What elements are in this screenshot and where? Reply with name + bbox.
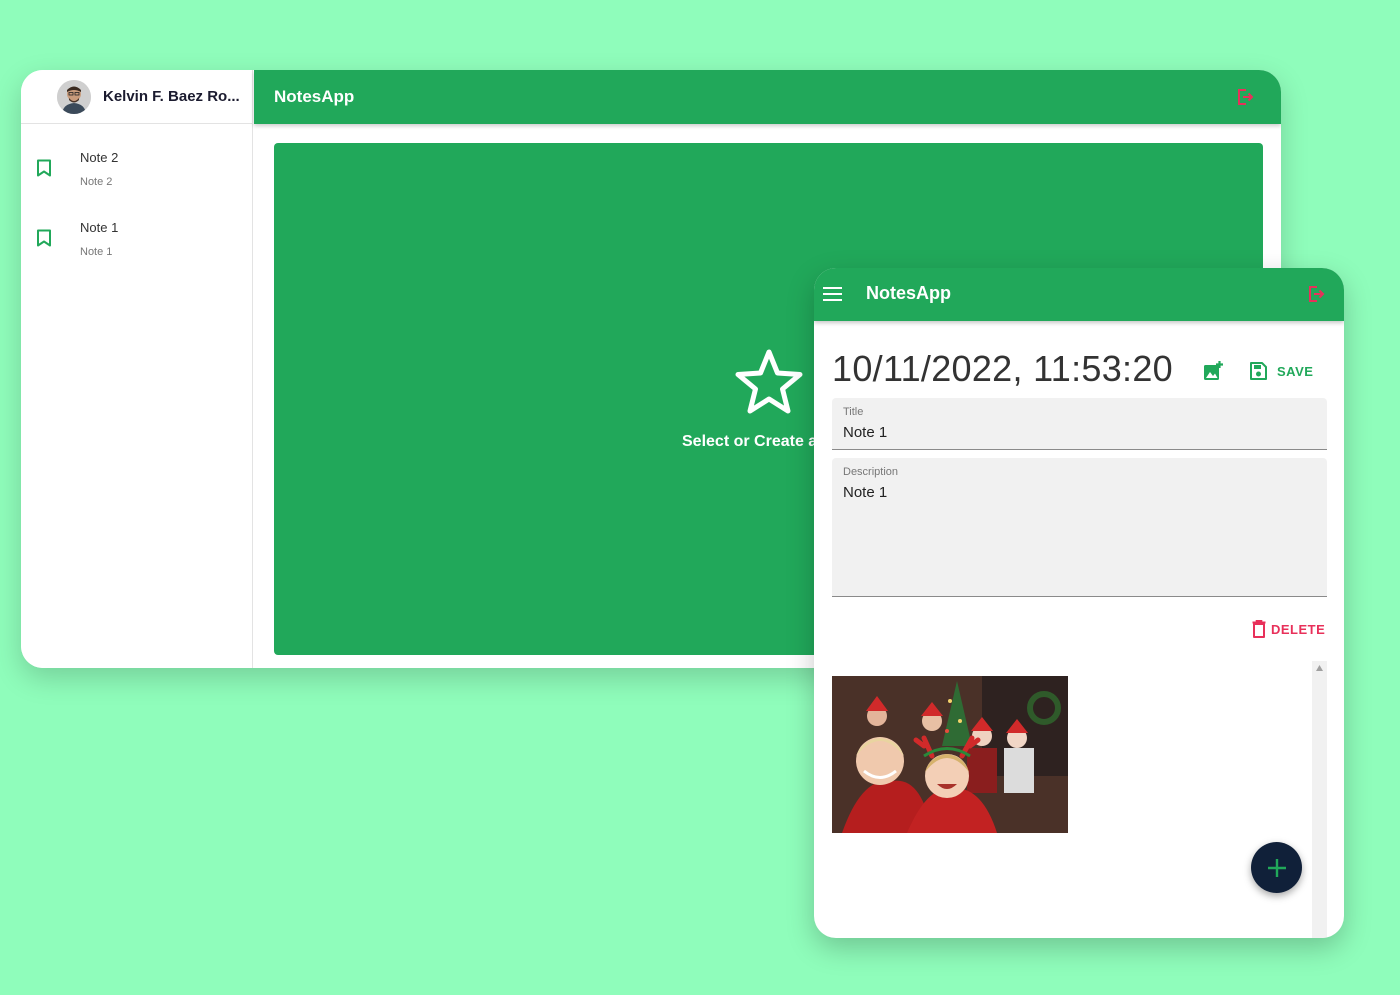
delete-label: DELETE bbox=[1271, 621, 1326, 637]
save-button[interactable]: SAVE bbox=[1248, 360, 1313, 382]
avatar bbox=[57, 79, 91, 114]
sidebar: Kelvin F. Baez Ro... Note 2 Note 2 Note … bbox=[21, 70, 253, 668]
note-title: Note 1 bbox=[80, 220, 119, 235]
note-description: Note 2 bbox=[80, 176, 113, 188]
logout-icon[interactable] bbox=[1235, 87, 1255, 107]
app-bar: NotesApp bbox=[254, 70, 1281, 124]
title-field-value[interactable]: Note 1 bbox=[843, 424, 1316, 441]
note-photo[interactable] bbox=[832, 676, 1068, 833]
logout-icon[interactable] bbox=[1306, 284, 1326, 304]
save-icon bbox=[1250, 362, 1267, 380]
scrollbar[interactable] bbox=[1312, 661, 1327, 938]
app-title: NotesApp bbox=[866, 283, 951, 303]
title-field-label: Title bbox=[843, 406, 864, 418]
note-list-item[interactable]: Note 1 Note 1 bbox=[21, 194, 252, 264]
mobile-app-bar: NotesApp bbox=[814, 268, 1344, 321]
star-icon bbox=[735, 349, 803, 414]
scroll-up-arrow-icon[interactable] bbox=[1316, 665, 1323, 671]
add-photo-icon[interactable] bbox=[1202, 360, 1224, 382]
bookmark-icon bbox=[37, 159, 51, 177]
sidebar-header: Kelvin F. Baez Ro... bbox=[21, 70, 252, 124]
note-description: Note 1 bbox=[80, 246, 113, 258]
user-name: Kelvin F. Baez Ro... bbox=[103, 88, 240, 105]
add-note-button[interactable] bbox=[1251, 842, 1302, 893]
description-field[interactable]: Description Note 1 bbox=[832, 458, 1327, 597]
description-field-label: Description bbox=[843, 466, 899, 478]
mobile-window: NotesApp 10/11/2022, 11:53:20 SAVE Title… bbox=[814, 268, 1344, 938]
note-date: 10/11/2022, 11:53:20 bbox=[832, 348, 1173, 389]
trash-icon bbox=[1252, 620, 1266, 638]
app-title: NotesApp bbox=[274, 87, 355, 106]
note-title: Note 2 bbox=[80, 150, 119, 165]
bookmark-icon bbox=[37, 229, 51, 247]
description-field-value[interactable]: Note 1 bbox=[843, 484, 1316, 501]
save-label: SAVE bbox=[1277, 363, 1314, 379]
menu-icon[interactable] bbox=[823, 286, 842, 302]
image-gallery bbox=[832, 661, 1327, 938]
title-field[interactable]: Title Note 1 bbox=[832, 398, 1327, 450]
plus-icon bbox=[1267, 858, 1286, 877]
note-list-item[interactable]: Note 2 Note 2 bbox=[21, 124, 252, 194]
delete-button[interactable]: DELETE bbox=[1252, 619, 1325, 639]
empty-state-text: Select or Create a bbox=[682, 433, 818, 450]
